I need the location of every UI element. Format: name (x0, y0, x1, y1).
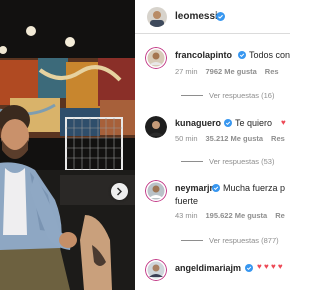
comment-likes[interactable]: 35.212 Me gusta (206, 134, 264, 143)
comment-meta: 43 min 195.622 Me gusta Re (175, 211, 290, 220)
view-replies-label: Ver respuestas (16) (209, 91, 275, 100)
commenter-avatar[interactable] (145, 116, 167, 138)
verified-badge-icon (212, 184, 220, 192)
view-replies-label: Ver respuestas (877) (209, 236, 279, 245)
comment-text-line2: fuerte (175, 196, 199, 206)
commenter-username[interactable]: angeldimariajm (175, 263, 241, 273)
comment-meta: 27 min 7962 Me gusta Res (175, 67, 287, 76)
commenter-avatar[interactable] (145, 180, 167, 202)
comment-likes[interactable]: 7962 Me gusta (206, 67, 257, 76)
verified-badge-icon (238, 51, 246, 59)
comment-meta: 50 min 35.212 Me gusta Res (175, 134, 290, 143)
heart-icon: ♥ (281, 118, 286, 127)
author-username[interactable]: leomessi (175, 11, 218, 22)
view-replies-button[interactable]: Ver respuestas (877) (181, 236, 279, 245)
heart-icon: ♥ ♥ ♥ ♥ (257, 262, 283, 271)
comment-text: Te quiero (235, 118, 273, 128)
comment-text: Mucha fuerza p (223, 183, 286, 193)
replies-divider (181, 95, 203, 96)
commenter-avatar-image (145, 259, 167, 281)
commenter-username[interactable]: kunaguero (175, 118, 221, 128)
reply-button[interactable]: Res (271, 134, 285, 143)
author-avatar[interactable] (147, 7, 167, 27)
comment-time: 43 min (175, 211, 198, 220)
verified-badge-icon (245, 264, 253, 272)
comment-time: 50 min (175, 134, 198, 143)
chevron-right-icon (117, 187, 122, 196)
commenter-username[interactable]: neymarjr (175, 183, 213, 193)
post-header: leomessi (135, 0, 290, 34)
view-replies-button[interactable]: Ver respuestas (53) (181, 157, 274, 166)
replies-divider (181, 240, 203, 241)
comment-text: Todos con (249, 50, 290, 60)
comment-likes[interactable]: 195.622 Me gusta (206, 211, 268, 220)
commenter-username[interactable]: francolapinto (175, 50, 232, 60)
replies-divider (181, 161, 203, 162)
view-replies-label: Ver respuestas (53) (209, 157, 275, 166)
commenter-avatar-image (145, 180, 167, 202)
post-photo (0, 0, 135, 290)
next-photo-button[interactable] (111, 183, 128, 200)
verified-badge-icon (216, 12, 225, 21)
comments-panel: leomessi francolapinto Todos con 27 min 7… (135, 0, 290, 290)
reply-button[interactable]: Res (265, 67, 279, 76)
verified-badge-icon (224, 119, 232, 127)
commenter-avatar[interactable] (145, 47, 167, 69)
author-avatar-image (147, 7, 167, 27)
commenter-avatar-image (145, 116, 167, 138)
view-replies-button[interactable]: Ver respuestas (16) (181, 91, 274, 100)
reply-button[interactable]: Re (275, 211, 285, 220)
commenter-avatar-image (145, 47, 167, 69)
post-image (0, 0, 135, 290)
commenter-avatar[interactable] (145, 259, 167, 281)
comment-time: 27 min (175, 67, 198, 76)
